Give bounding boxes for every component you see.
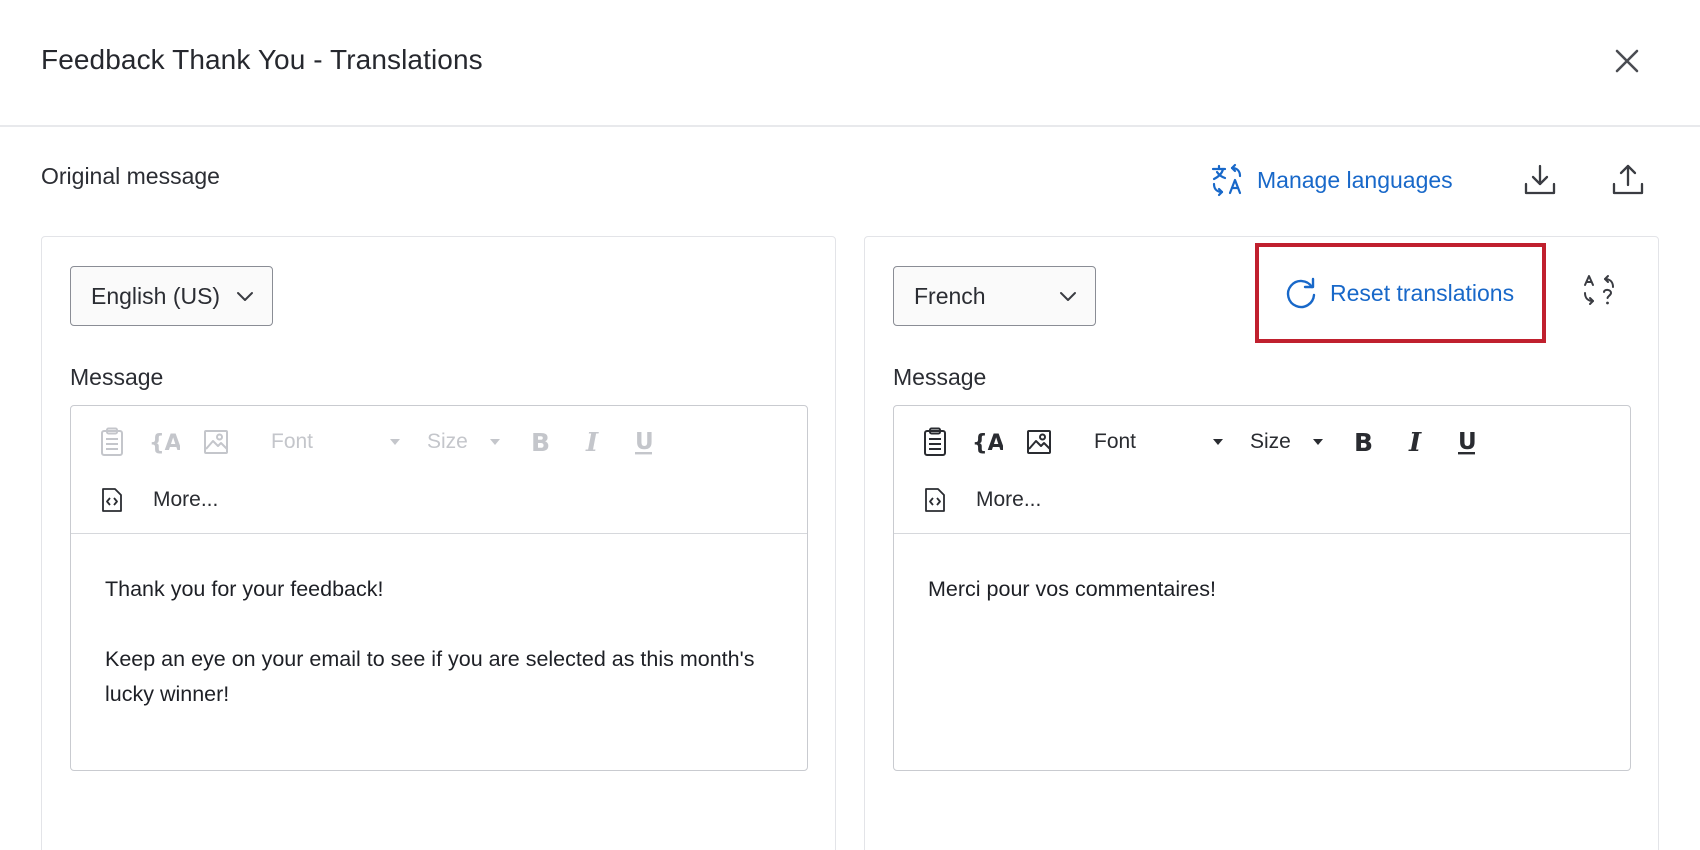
bold-button: B bbox=[523, 424, 557, 460]
font-select-label: Font bbox=[271, 430, 314, 453]
message-paragraph: Thank you for your feedback! bbox=[105, 577, 384, 601]
caret-down-icon bbox=[1313, 439, 1323, 445]
svg-text:B: B bbox=[1354, 429, 1373, 455]
font-select: Font bbox=[271, 424, 401, 460]
original-message-editor: {A} Font Size bbox=[70, 405, 808, 771]
caret-down-icon bbox=[1213, 439, 1223, 445]
clipboard-icon bbox=[924, 427, 946, 456]
translation-language-select[interactable]: French bbox=[893, 266, 1096, 326]
refresh-icon bbox=[1286, 277, 1316, 309]
source-button bbox=[97, 482, 127, 518]
svg-text:I: I bbox=[1408, 429, 1422, 455]
translate-help-icon bbox=[1584, 275, 1614, 305]
underline-button[interactable]: U bbox=[1450, 424, 1484, 460]
size-select[interactable]: Size bbox=[1250, 424, 1324, 460]
manage-languages-label: Manage languages bbox=[1257, 166, 1453, 193]
message-paragraph: Keep an eye on your email to see if you … bbox=[105, 647, 755, 706]
piped-text-icon: {A} bbox=[149, 431, 180, 456]
section-label: Original message bbox=[41, 163, 220, 189]
dialog-title: Feedback Thank You - Translations bbox=[41, 44, 483, 75]
original-language-label: English (US) bbox=[91, 282, 221, 309]
translation-message-label: Message bbox=[893, 364, 987, 390]
bold-button[interactable]: B bbox=[1346, 424, 1380, 460]
translation-message-editor: {A} Font Size bbox=[893, 405, 1631, 771]
svg-text:{A}: {A} bbox=[972, 431, 1003, 456]
bold-icon: B bbox=[531, 429, 550, 455]
close-icon bbox=[1615, 49, 1639, 73]
reset-translations-button[interactable]: Reset translations bbox=[1255, 243, 1546, 343]
translation-panel: French Reset translations Message {A Fon… bbox=[864, 236, 1659, 850]
download-button[interactable] bbox=[1522, 162, 1558, 198]
upload-icon bbox=[1612, 164, 1644, 195]
more-label: More... bbox=[153, 488, 219, 511]
dialog-header: Feedback Thank You - Translations bbox=[0, 0, 1700, 127]
original-editor-toolbar: {A} Font Size bbox=[71, 406, 807, 534]
image-icon bbox=[1027, 430, 1051, 454]
bold-icon: B bbox=[1354, 429, 1373, 455]
underline-button: U bbox=[627, 424, 661, 460]
manage-languages-button[interactable]: Manage languages bbox=[1209, 160, 1453, 200]
italic-icon: I bbox=[1408, 429, 1422, 455]
chevron-down-icon bbox=[1060, 292, 1076, 301]
paste-button[interactable] bbox=[920, 424, 950, 460]
italic-button: I bbox=[576, 424, 610, 460]
download-icon bbox=[1524, 164, 1556, 195]
translation-language-label: French bbox=[914, 282, 986, 309]
italic-icon: I bbox=[585, 429, 599, 455]
italic-button[interactable]: I bbox=[1399, 424, 1433, 460]
insert-image-button bbox=[201, 424, 231, 460]
svg-text:B: B bbox=[531, 429, 550, 455]
translation-editor-toolbar: {A} Font Size bbox=[894, 406, 1630, 534]
clipboard-icon bbox=[101, 427, 123, 456]
svg-text:U: U bbox=[635, 429, 654, 455]
chevron-down-icon bbox=[237, 292, 253, 301]
translation-help-button[interactable] bbox=[1581, 273, 1617, 309]
image-icon bbox=[204, 430, 228, 454]
size-select-label: Size bbox=[427, 430, 468, 453]
svg-text:U: U bbox=[1458, 429, 1477, 455]
underline-icon: U bbox=[1458, 429, 1477, 455]
original-message-body[interactable]: Thank you for your feedback! Keep an eye… bbox=[105, 572, 777, 712]
upload-button[interactable] bbox=[1610, 162, 1646, 198]
svg-text:I: I bbox=[585, 429, 599, 455]
original-language-select[interactable]: English (US) bbox=[70, 266, 273, 326]
translation-message-body[interactable]: Merci pour vos commentaires! bbox=[928, 572, 1600, 607]
code-file-icon bbox=[102, 488, 122, 512]
size-select-label: Size bbox=[1250, 430, 1291, 453]
piped-text-icon: {A} bbox=[972, 431, 1003, 456]
source-button[interactable] bbox=[920, 482, 950, 518]
more-button[interactable]: More... bbox=[976, 482, 1076, 518]
reset-translations-label: Reset translations bbox=[1330, 279, 1515, 306]
paste-button bbox=[97, 424, 127, 460]
more-button[interactable]: More... bbox=[153, 482, 253, 518]
caret-down-icon bbox=[490, 439, 500, 445]
caret-down-icon bbox=[390, 439, 400, 445]
piped-text-button: {A} bbox=[147, 424, 181, 460]
code-file-icon bbox=[925, 488, 945, 512]
more-label: More... bbox=[976, 488, 1042, 511]
original-panel: English (US) Message {A} bbox=[41, 236, 836, 850]
message-paragraph: Merci pour vos commentaires! bbox=[928, 577, 1216, 601]
font-select-label: Font bbox=[1094, 430, 1137, 453]
svg-text:{A}: {A} bbox=[149, 431, 180, 456]
close-button[interactable] bbox=[1610, 44, 1644, 78]
original-message-label: Message bbox=[70, 364, 164, 390]
underline-icon: U bbox=[635, 429, 654, 455]
size-select: Size bbox=[427, 424, 501, 460]
insert-image-button[interactable] bbox=[1024, 424, 1054, 460]
translate-icon bbox=[1211, 163, 1242, 197]
font-select[interactable]: Font bbox=[1094, 424, 1224, 460]
piped-text-button[interactable]: {A} bbox=[970, 424, 1004, 460]
